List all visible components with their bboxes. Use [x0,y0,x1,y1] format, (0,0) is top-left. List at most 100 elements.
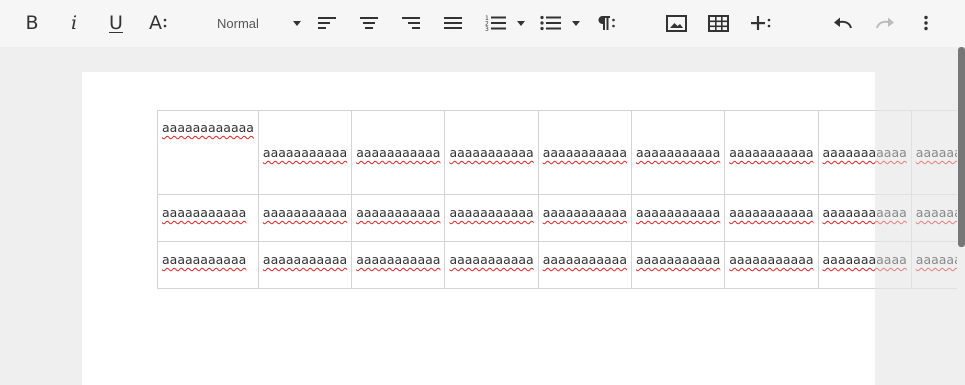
insert-more-button[interactable] [748,6,774,40]
align-left-icon [318,17,336,29]
underline-button[interactable]: U [104,6,128,40]
cell-text: aaaaaaaaaaa [635,252,721,267]
insert-more-icon [751,16,771,30]
table-cell[interactable]: aaaaaaaaaaa [724,194,819,242]
paragraph-button[interactable] [593,6,619,40]
editor-toolbar: B i U A Normal 1 2 3 [0,0,965,47]
table-cell[interactable]: aaaaaaaaaaa [257,241,353,289]
justify-icon [444,17,462,29]
redo-icon [876,17,894,29]
cell-content: aaaaaaaaaaa [729,112,814,160]
table-icon [707,14,729,32]
insert-table-button[interactable] [706,6,730,40]
cell-text: aaaaaaaaaaa [449,145,534,160]
cell-text: aaaaaaaaaaa [729,252,814,267]
align-center-button[interactable] [357,6,381,40]
cell-text: aaaaaaaaaaa [542,205,627,220]
cell-content: aaaaaaaaaaa [356,243,441,267]
numbered-list-dropdown-icon[interactable] [517,21,525,26]
undo-icon [834,17,852,29]
cell-content: aaaaaaaaaaa [162,196,254,220]
more-vertical-icon [924,15,928,31]
cell-text: aaaaaaaaaaa [635,205,721,220]
undo-button[interactable] [831,6,855,40]
text-size-dots-icon [163,18,167,28]
cell-content: aaaaaaaaaaa [356,196,440,220]
cell-content: aaaaaaaaaaa [635,196,721,220]
table-cell[interactable]: aaaaaaaaaaa [157,241,259,289]
bulleted-list-button[interactable] [538,6,564,40]
cell-content: aaaaaaaaaaa [356,112,441,160]
table-cell[interactable]: aaaaaaaaaaa [724,110,819,195]
table-cell[interactable]: aaaaaaaaaaa [351,194,446,242]
table-grid: aaaaaaaaaaaa aaaaaaaaaaa aaaaaaaaaaa aaaaaa… [157,110,957,289]
cell-text: aaaaaaaaaaa [449,252,534,267]
table-cell[interactable]: aaaaaaaaaaa [630,194,726,242]
table-cell[interactable]: aaaaaaaaaaa [444,241,539,289]
image-icon [665,14,687,32]
justify-button[interactable] [441,6,465,40]
cell-text: aaaaaaaaaaa [449,205,534,220]
cell-text: aaaaaaaaaaa [262,205,348,220]
cell-content: aaaaaaaaaaa [449,112,534,160]
text-size-button[interactable]: A [145,6,171,40]
bold-icon: B [25,11,39,34]
cell-content: aaaaaaaaaaa [729,243,814,267]
align-right-icon [402,17,420,29]
cell-content: aaaaaaaaaaa [449,243,534,267]
cell-text: aaaaaaaaaaa [729,205,814,220]
redo-button[interactable] [873,6,897,40]
table-cell[interactable]: aaaaaaaaaaa [444,110,539,195]
italic-button[interactable]: i [62,6,86,40]
svg-text:3: 3 [485,26,489,32]
cell-content: aaaaaaaaaaa [449,196,534,220]
table-cell[interactable]: aaaaaaaaaaa [537,194,632,242]
table-cell[interactable]: aaaaaaaaaaa [724,241,819,289]
text-size-icon: A [149,11,162,34]
align-right-button[interactable] [399,6,423,40]
cell-text: aaaaaaaaaaaa [162,120,254,135]
cell-text: aaaaaaaaaaa [356,145,441,160]
bold-button[interactable]: B [20,6,44,40]
table-cell[interactable]: aaaaaaaaaaa [630,241,726,289]
table-cell[interactable]: aaaaaaaaaaa [257,110,353,195]
table-cell[interactable]: aaaaaaaaaaa [351,241,446,289]
insert-image-button[interactable] [664,6,688,40]
table-cell[interactable]: aaaaaaaaaaa [537,110,632,195]
cell-text: aaaaaaaaaaa [356,252,441,267]
cell-text: aaaaaaaaaaa [262,145,348,160]
paragraph-icon [598,16,615,30]
cell-content: aaaaaaaaaaa [263,243,347,267]
table-cell[interactable]: aaaaaaaaaaa [630,110,726,195]
document-table[interactable]: aaaaaaaaaaaa aaaaaaaaaaa aaaaaaaaaaa aaaaaa… [157,110,957,290]
bulleted-list-dropdown-icon[interactable] [572,21,580,26]
table-row: aaaaaaaaaaa aaaaaaaaaaa aaaaaaaaaaa aaaaaaa… [157,241,957,289]
cell-content: aaaaaaaaaaa [162,243,254,267]
numbered-list-button[interactable]: 1 2 3 [483,6,509,40]
underline-icon: U [109,11,123,34]
cell-text: aaaaaaaaaaa [542,252,627,267]
more-options-button[interactable] [916,6,936,40]
cell-text: aaaaaaaaaaa [162,205,247,220]
table-cell[interactable]: aaaaaaaaaaa [537,241,632,289]
table-cell[interactable]: aaaaaaaaaaa [157,194,259,242]
bulleted-list-icon [540,15,561,31]
cell-content: aaaaaaaaaaa [636,112,720,160]
table-row: aaaaaaaaaaa aaaaaaaaaaa aaaaaaaaaaa aaaaaaa… [157,194,957,242]
cell-content: aaaaaaaaaaa [262,112,348,160]
cell-content: aaaaaaaaaaa [542,243,627,267]
align-left-button[interactable] [315,6,339,40]
paragraph-style-select[interactable]: Normal [206,6,306,40]
cell-content: aaaaaaaaaaa [543,112,627,160]
table-cell[interactable]: aaaaaaaaaaa [257,194,353,242]
vertical-scrollbar-thumb[interactable] [958,47,965,247]
cell-content: aaaaaaaaaaa [729,196,814,220]
cell-content: aaaaaaaaaaa [262,196,348,220]
table-cell[interactable]: aaaaaaaaaaaa [157,110,259,195]
cell-content: aaaaaaaaaaa [542,196,627,220]
table-cell[interactable]: aaaaaaaaaaa [444,194,539,242]
italic-icon: i [70,11,78,34]
chevron-down-icon [293,21,301,26]
cell-text: aaaaaaaaaaa [729,145,814,160]
table-cell[interactable]: aaaaaaaaaaa [351,110,446,195]
